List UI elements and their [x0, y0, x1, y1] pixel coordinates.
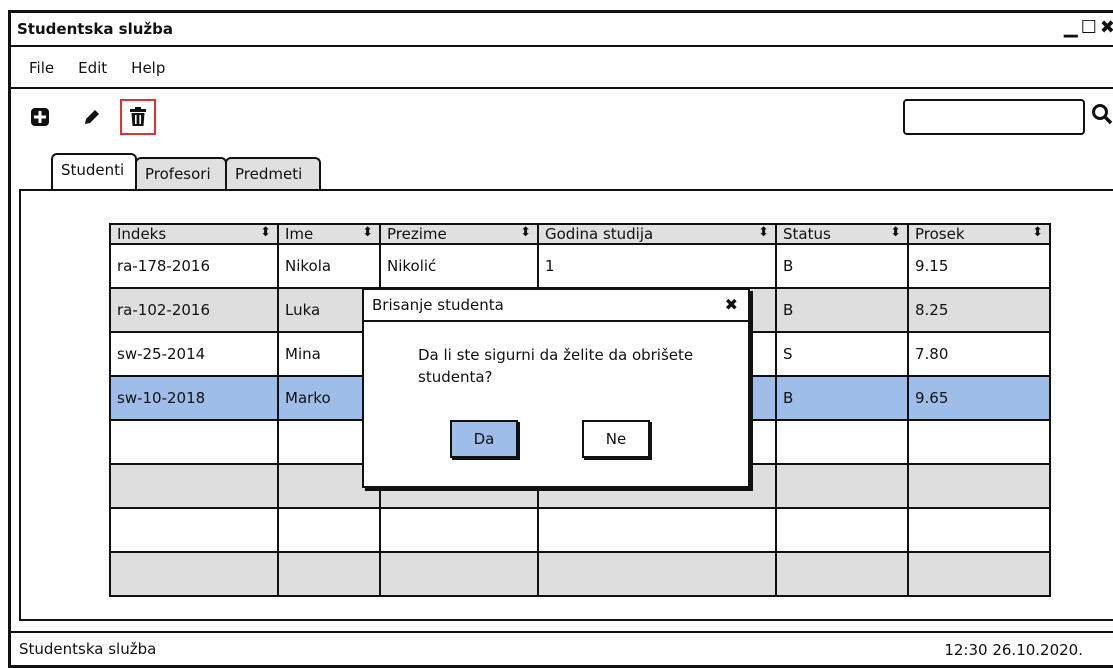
sort-icon[interactable]: ⬍ — [1032, 225, 1043, 240]
dialog-close-icon[interactable]: ✖ — [725, 295, 738, 314]
table-cell: B — [775, 287, 909, 333]
table-cell — [537, 507, 777, 553]
table-cell: ra-102-2016 — [109, 287, 279, 333]
table-cell: B — [775, 375, 909, 421]
table-cell: 1 — [537, 243, 777, 289]
table-cell — [775, 463, 909, 509]
column-header-godina[interactable]: Godina studija ⬍ — [537, 223, 777, 245]
table-cell — [775, 507, 909, 553]
table-cell — [109, 463, 279, 509]
search-input[interactable] — [903, 99, 1085, 135]
table-cell — [907, 507, 1051, 553]
table-cell — [277, 551, 381, 597]
table-cell — [775, 551, 909, 597]
toolbar — [11, 91, 1113, 141]
table-cell: ra-178-2016 — [109, 243, 279, 289]
table-cell — [775, 419, 909, 465]
add-icon — [31, 108, 49, 126]
dialog-no-button[interactable]: Ne — [582, 420, 650, 458]
table-cell — [379, 551, 539, 597]
dialog-title-bar: Brisanje studenta ✖ — [364, 290, 748, 322]
tab-profesori[interactable]: Profesori — [135, 157, 227, 189]
table-cell: 9.15 — [907, 243, 1051, 289]
status-app-name: Studentska služba — [19, 640, 157, 658]
table-cell: Nikola — [277, 243, 381, 289]
edit-icon — [85, 110, 99, 124]
table-cell: 8.25 — [907, 287, 1051, 333]
window-controls: ▁ ☐ ✖ — [1064, 17, 1113, 39]
table-cell: S — [775, 331, 909, 377]
menu-file[interactable]: File — [29, 59, 54, 77]
search-icon[interactable] — [1091, 103, 1113, 130]
sort-icon[interactable]: ⬍ — [758, 225, 769, 240]
dialog-yes-button[interactable]: Da — [450, 420, 518, 458]
table-cell — [907, 419, 1051, 465]
edit-button[interactable] — [77, 102, 107, 132]
table-cell — [379, 507, 539, 553]
sort-icon[interactable]: ⬍ — [260, 225, 271, 240]
column-header-prosek[interactable]: Prosek ⬍ — [907, 223, 1051, 245]
window-title: Studentska služba — [17, 20, 173, 38]
table-cell: sw-25-2014 — [109, 331, 279, 377]
column-header-ime[interactable]: Ime ⬍ — [277, 223, 381, 245]
add-button[interactable] — [25, 102, 55, 132]
minimize-icon[interactable]: ▁ — [1064, 17, 1078, 39]
menu-bar: File Edit Help — [11, 49, 1113, 89]
tab-studenti[interactable]: Studenti — [51, 153, 137, 189]
tab-predmeti[interactable]: Predmeti — [225, 157, 321, 189]
table-header-row: Indeks ⬍ Ime ⬍ Prezime ⬍ Godina studija ⬍ St… — [109, 223, 1051, 245]
title-bar: Studentska služba ▁ ☐ ✖ — [11, 13, 1113, 47]
table-row[interactable] — [109, 551, 1051, 597]
sort-icon[interactable]: ⬍ — [520, 225, 531, 240]
sort-icon[interactable]: ⬍ — [890, 225, 901, 240]
column-header-status[interactable]: Status ⬍ — [775, 223, 909, 245]
close-icon[interactable]: ✖ — [1100, 17, 1113, 39]
menu-help[interactable]: Help — [131, 59, 165, 77]
table-cell: 7.80 — [907, 331, 1051, 377]
delete-button[interactable] — [120, 99, 156, 135]
column-header-indeks[interactable]: Indeks ⬍ — [109, 223, 279, 245]
table-cell — [537, 551, 777, 597]
table-cell: B — [775, 243, 909, 289]
table-cell: 9.65 — [907, 375, 1051, 421]
table-cell — [109, 551, 279, 597]
status-bar: Studentska služba 12:30 26.10.2020. — [11, 631, 1113, 665]
table-cell — [277, 507, 381, 553]
trash-icon — [130, 107, 146, 126]
table-cell — [109, 419, 279, 465]
table-cell — [907, 463, 1051, 509]
table-cell — [907, 551, 1051, 597]
column-header-prezime[interactable]: Prezime ⬍ — [379, 223, 539, 245]
status-datetime: 12:30 26.10.2020. — [944, 641, 1083, 659]
table-cell: sw-10-2018 — [109, 375, 279, 421]
table-cell: Nikolić — [379, 243, 539, 289]
dialog-title: Brisanje studenta — [372, 296, 504, 314]
table-row[interactable] — [109, 507, 1051, 553]
table-cell — [109, 507, 279, 553]
delete-confirm-dialog: Brisanje studenta ✖ Da li ste sigurni da… — [362, 288, 750, 488]
maximize-icon[interactable]: ☐ — [1081, 17, 1097, 39]
dialog-message: Da li ste sigurni da želite da obrišete … — [418, 346, 694, 386]
table-row[interactable]: ra-178-2016 Nikola Nikolić 1 B 9.15 — [109, 243, 1051, 289]
menu-edit[interactable]: Edit — [78, 59, 107, 77]
sort-icon[interactable]: ⬍ — [362, 225, 373, 240]
